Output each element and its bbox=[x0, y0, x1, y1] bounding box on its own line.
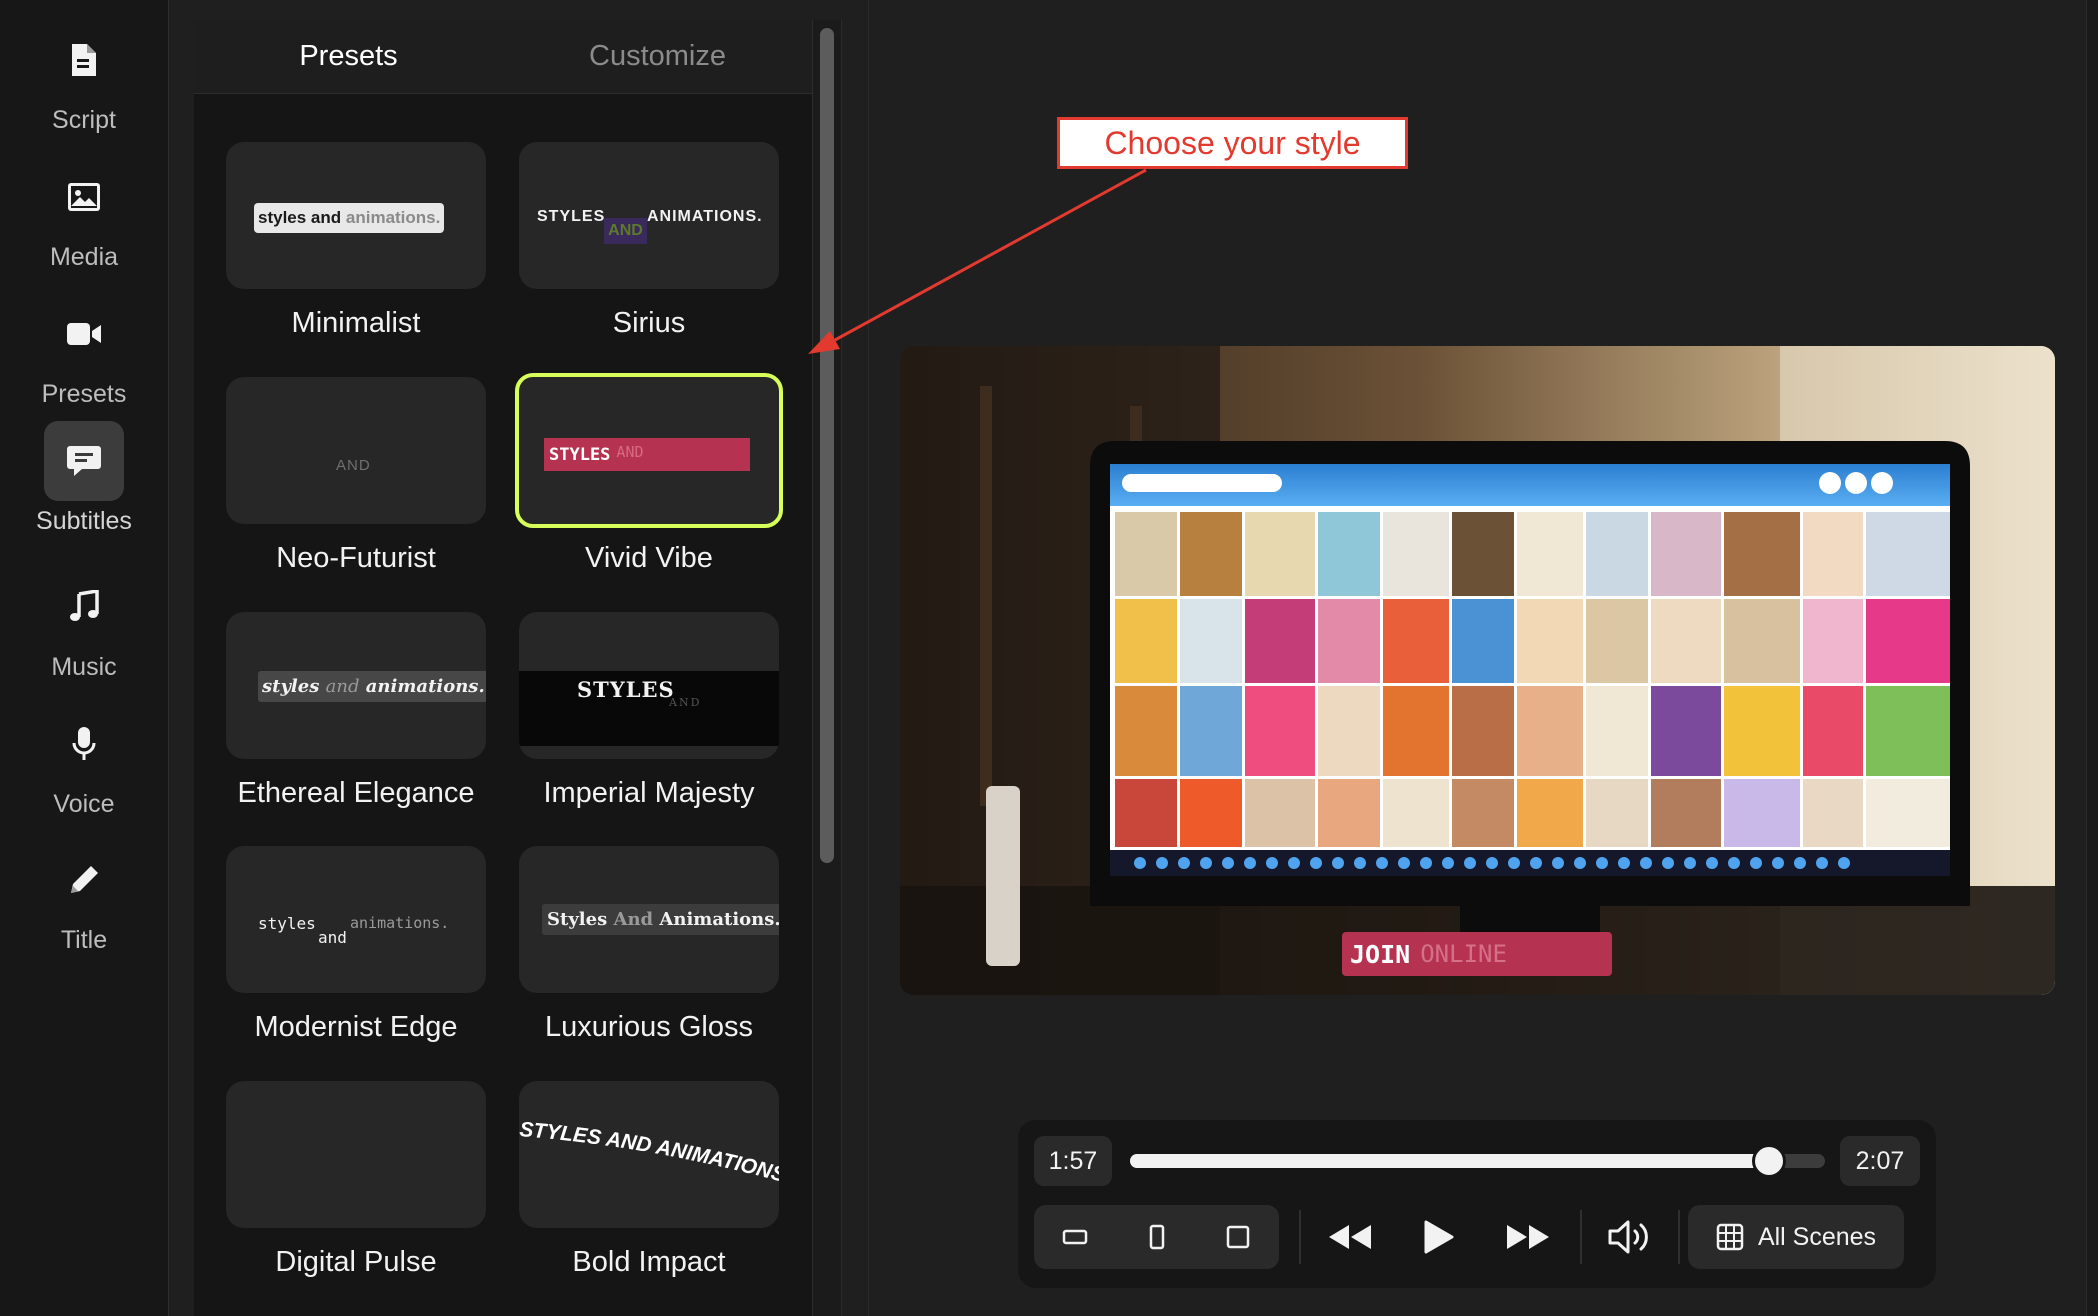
sidebar-item-title[interactable]: Title bbox=[0, 840, 168, 970]
portrait-aspect-icon bbox=[1149, 1224, 1164, 1250]
preset-preview-text: styles bbox=[258, 914, 316, 933]
preset-name: Sirius bbox=[612, 307, 686, 339]
panel-scrollbar[interactable] bbox=[812, 20, 842, 1316]
panel-scrollbar-thumb[interactable] bbox=[820, 28, 834, 863]
preset-preview-text: ANIMATIONS. bbox=[647, 208, 763, 225]
main-scrollbar[interactable] bbox=[2086, 0, 2098, 1316]
square-aspect-button[interactable] bbox=[1197, 1205, 1279, 1269]
preset-name: Ethereal Elegance bbox=[237, 777, 475, 809]
preset-preview-text: styles and animations. bbox=[258, 671, 486, 702]
preset-name: Luxurious Gloss bbox=[545, 1011, 753, 1043]
presets-panel: Presets Customize styles and animations.… bbox=[194, 20, 812, 1316]
progress-fill bbox=[1130, 1154, 1770, 1168]
preset-preview-text: AND bbox=[604, 218, 647, 244]
preset-preview-text: styles and animations. bbox=[254, 203, 445, 233]
volume-button[interactable] bbox=[1590, 1205, 1670, 1269]
preset-card-luxurious-gloss[interactable]: Styles And Animations. bbox=[519, 846, 779, 993]
volume-icon bbox=[1608, 1220, 1648, 1254]
sidebar-item-label: Media bbox=[49, 243, 119, 271]
player-controls: 1:57 2:07 All Scenes bbox=[1018, 1120, 1936, 1288]
preset-preview-text: STYLES bbox=[537, 208, 606, 225]
progress-bar[interactable] bbox=[1130, 1144, 1825, 1178]
control-separator bbox=[1299, 1210, 1301, 1264]
sidebar-item-label: Music bbox=[51, 653, 117, 681]
all-scenes-label: All Scenes bbox=[1757, 1222, 1877, 1251]
landscape-aspect-button[interactable] bbox=[1034, 1205, 1116, 1269]
rewind-button[interactable] bbox=[1310, 1205, 1390, 1269]
sidebar-item-voice[interactable]: Voice bbox=[0, 704, 168, 834]
control-separator bbox=[1678, 1210, 1680, 1264]
document-icon bbox=[44, 20, 124, 100]
preset-name: Neo-Futurist bbox=[276, 542, 436, 574]
tab-customize[interactable]: Customize bbox=[503, 20, 812, 93]
preset-card-digital-pulse[interactable] bbox=[226, 1081, 486, 1228]
sidebar-item-media[interactable]: Media bbox=[0, 157, 168, 287]
preset-preview-text: animations. bbox=[350, 914, 450, 932]
total-time: 2:07 bbox=[1840, 1136, 1920, 1186]
sidebar-item-label: Script bbox=[52, 106, 116, 134]
pencil-icon bbox=[44, 840, 124, 920]
aspect-ratio-group bbox=[1034, 1205, 1279, 1269]
sidebar-item-label: Title bbox=[60, 926, 108, 954]
sidebar-item-label: Voice bbox=[53, 790, 115, 818]
sidebar-item-label: Subtitles bbox=[36, 507, 132, 535]
image-icon bbox=[44, 157, 124, 237]
preset-card-imperial-majesty[interactable]: STYLES AND bbox=[519, 612, 779, 759]
control-separator bbox=[1580, 1210, 1582, 1264]
preset-name: Imperial Majesty bbox=[543, 777, 755, 809]
landscape-aspect-icon bbox=[1062, 1229, 1088, 1245]
preset-preview-text: STYLES AND bbox=[544, 438, 750, 471]
caption-word: ONLINE bbox=[1420, 940, 1507, 968]
video-camera-icon bbox=[44, 294, 124, 374]
rewind-icon bbox=[1329, 1225, 1371, 1249]
panel-tabs: Presets Customize bbox=[194, 20, 812, 94]
tab-presets[interactable]: Presets bbox=[194, 20, 503, 93]
portrait-aspect-button[interactable] bbox=[1116, 1205, 1197, 1269]
progress-knob[interactable] bbox=[1752, 1144, 1787, 1178]
preset-preview-text: AND bbox=[336, 457, 371, 474]
preset-preview-text: Styles And Animations. bbox=[542, 904, 779, 935]
preset-name: Bold Impact bbox=[572, 1246, 726, 1278]
preset-name: Digital Pulse bbox=[275, 1246, 437, 1278]
preset-card-ethereal-elegance[interactable]: styles and animations. bbox=[226, 612, 486, 759]
preset-preview-text: and bbox=[318, 928, 347, 947]
play-icon bbox=[1424, 1220, 1454, 1254]
preset-card-modernist-edge[interactable]: styles and animations. bbox=[226, 846, 486, 993]
sidebar-item-music[interactable]: Music bbox=[0, 567, 168, 697]
grid-icon bbox=[1716, 1223, 1744, 1251]
play-button[interactable] bbox=[1400, 1205, 1476, 1269]
all-scenes-button[interactable]: All Scenes bbox=[1688, 1205, 1904, 1269]
video-frame-image bbox=[900, 346, 2055, 995]
preset-card-minimalist[interactable]: styles and animations. bbox=[226, 142, 486, 289]
sidebar-item-label: Presets bbox=[41, 380, 127, 408]
preset-preview-text: STYLES AND ANIMATIONS. bbox=[519, 1081, 779, 1187]
sidebar-item-script[interactable]: Script bbox=[0, 20, 168, 150]
svg-text:STYLES AND ANIMATIONS.: STYLES AND ANIMATIONS. bbox=[519, 1081, 779, 1187]
caption-word: JOIN bbox=[1350, 939, 1411, 969]
preset-card-bold-impact[interactable]: STYLES AND ANIMATIONS. bbox=[519, 1081, 779, 1228]
preset-preview-text: STYLES bbox=[577, 677, 675, 702]
sidebar-rail: Script Media Presets Subtitles Music Voi… bbox=[0, 0, 169, 1316]
preset-card-sirius[interactable]: STYLES AND ANIMATIONS. bbox=[519, 142, 779, 289]
fast-forward-button[interactable] bbox=[1488, 1205, 1568, 1269]
sidebar-item-presets[interactable]: Presets bbox=[0, 294, 168, 424]
preset-name: Minimalist bbox=[291, 307, 421, 339]
fast-forward-icon bbox=[1507, 1225, 1549, 1249]
preset-card-vivid-vibe[interactable]: STYLES AND bbox=[515, 373, 783, 528]
preset-name: Vivid Vibe bbox=[585, 542, 713, 574]
preset-name: Modernist Edge bbox=[254, 1011, 458, 1043]
square-aspect-icon bbox=[1226, 1225, 1250, 1249]
chat-bubble-icon bbox=[44, 421, 124, 501]
annotation-callout: Choose your style bbox=[1057, 117, 1408, 169]
sidebar-item-subtitles[interactable]: Subtitles bbox=[0, 421, 168, 551]
current-time: 1:57 bbox=[1034, 1136, 1112, 1186]
microphone-icon bbox=[44, 704, 124, 784]
music-note-icon bbox=[44, 567, 124, 647]
video-preview[interactable]: JOIN ONLINE bbox=[900, 346, 2055, 995]
preset-card-neo-futurist[interactable]: AND bbox=[226, 377, 486, 524]
video-caption: JOIN ONLINE bbox=[1342, 932, 1612, 976]
preset-preview-text: AND bbox=[669, 696, 702, 709]
